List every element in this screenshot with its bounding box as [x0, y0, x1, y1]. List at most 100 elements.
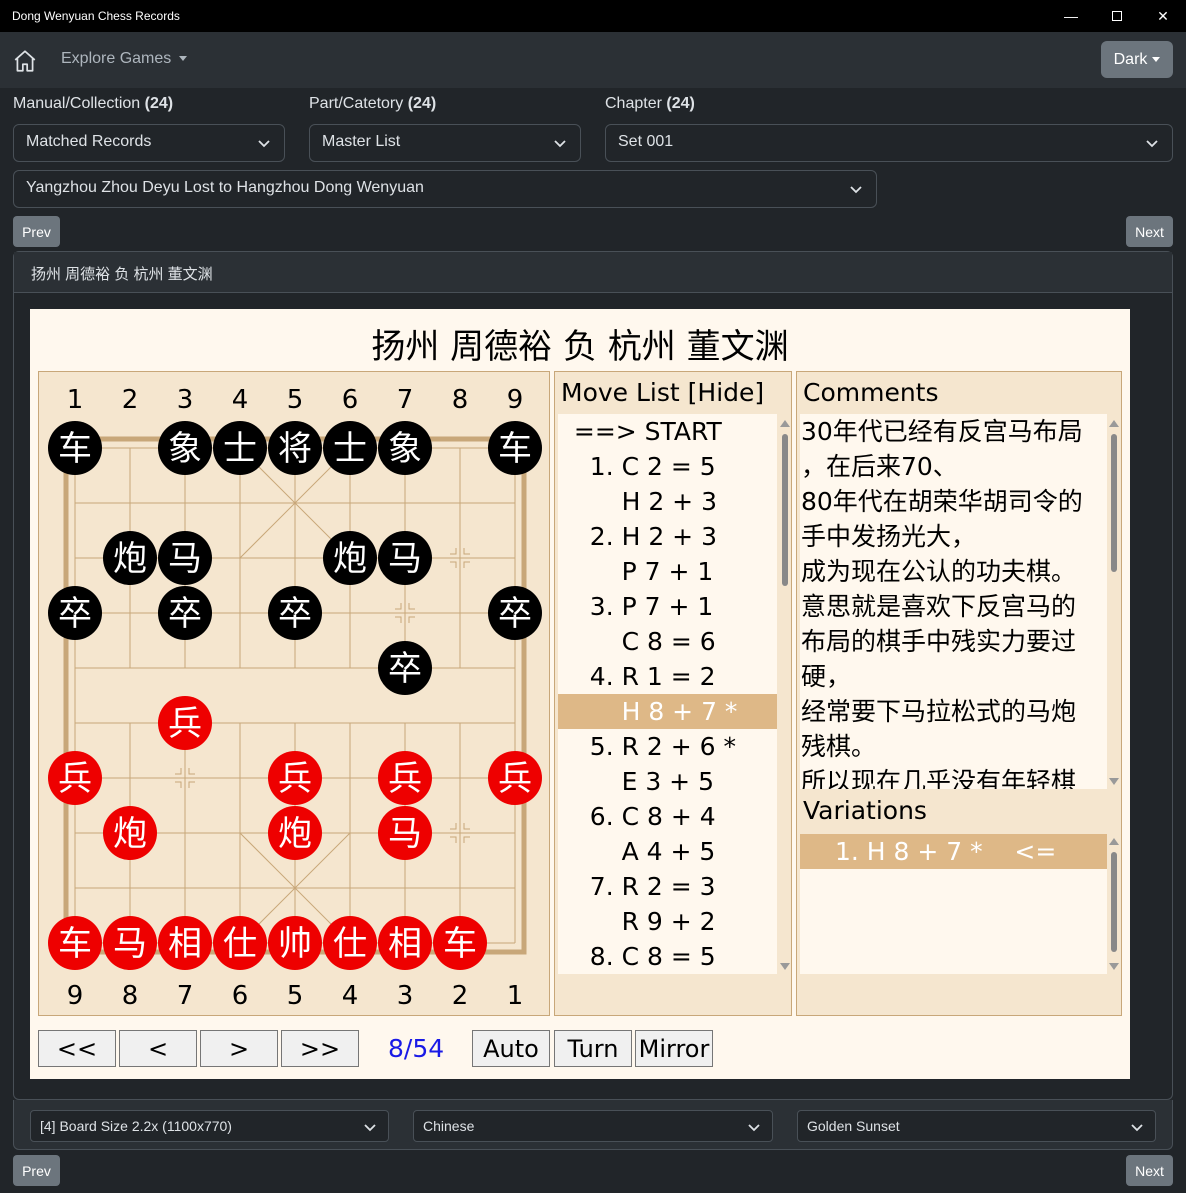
svg-text:仕: 仕: [333, 924, 367, 964]
move-item[interactable]: 1. C 2 = 5: [558, 449, 777, 484]
collection-select[interactable]: Matched Records: [13, 124, 285, 162]
red-piece[interactable]: 相: [378, 916, 432, 970]
red-piece[interactable]: 炮: [103, 806, 157, 860]
black-piece[interactable]: 士: [213, 421, 267, 475]
black-piece[interactable]: 卒: [268, 586, 322, 640]
svg-text:马: 马: [388, 539, 422, 579]
move-item[interactable]: P 7 + 1: [558, 554, 777, 589]
comments-scrollbar[interactable]: [1108, 416, 1120, 789]
file-number-top: 9: [507, 385, 524, 415]
move-item[interactable]: H 8 + 7 *: [558, 694, 777, 729]
red-piece[interactable]: 兵: [48, 751, 102, 805]
red-piece[interactable]: 兵: [158, 696, 212, 750]
black-piece[interactable]: 车: [48, 421, 102, 475]
next-move-button[interactable]: >: [200, 1030, 278, 1067]
part-select[interactable]: Master List: [309, 124, 581, 162]
red-piece[interactable]: 兵: [488, 751, 542, 805]
black-piece[interactable]: 象: [378, 421, 432, 475]
comment-line: 硬，: [801, 662, 852, 691]
black-piece[interactable]: 马: [378, 531, 432, 585]
move-list-header[interactable]: Move List [Hide]: [561, 378, 764, 407]
position-marker: [450, 561, 457, 568]
variation-item[interactable]: 1. H 8 + 7 * <=: [800, 834, 1107, 869]
black-piece[interactable]: 卒: [158, 586, 212, 640]
auto-button[interactable]: Auto: [472, 1030, 550, 1067]
board-size-select[interactable]: [4] Board Size 2.2x (1100x770): [30, 1110, 389, 1142]
black-piece[interactable]: 卒: [378, 641, 432, 695]
black-piece[interactable]: 炮: [103, 531, 157, 585]
svg-text:兵: 兵: [498, 759, 532, 799]
move-item[interactable]: 2. H 2 + 3: [558, 519, 777, 554]
move-item[interactable]: 8. C 8 = 5: [558, 939, 777, 974]
move-item[interactable]: 7. R 2 = 3: [558, 869, 777, 904]
next-button[interactable]: Next: [1126, 216, 1173, 247]
close-icon[interactable]: ✕: [1140, 0, 1186, 32]
first-move-button[interactable]: <<: [38, 1030, 116, 1067]
svg-text:将: 将: [278, 429, 312, 469]
theme-dropdown-button[interactable]: Dark: [1101, 41, 1173, 78]
black-piece[interactable]: 将: [268, 421, 322, 475]
black-piece[interactable]: 马: [158, 531, 212, 585]
comment-line: 30年代已经有反宫马布局: [801, 417, 1083, 446]
move-item[interactable]: 6. C 8 + 4: [558, 799, 777, 834]
red-piece[interactable]: 兵: [378, 751, 432, 805]
minimize-icon[interactable]: —: [1048, 0, 1094, 32]
move-item[interactable]: A 4 + 5: [558, 834, 777, 869]
red-piece[interactable]: 炮: [268, 806, 322, 860]
red-piece[interactable]: 兵: [268, 751, 322, 805]
svg-text:炮: 炮: [333, 539, 367, 579]
black-piece[interactable]: 士: [323, 421, 377, 475]
move-list-scrollbar[interactable]: [779, 416, 791, 974]
move-item[interactable]: E 3 + 5: [558, 764, 777, 799]
file-number-top: 8: [452, 385, 469, 415]
black-piece[interactable]: 象: [158, 421, 212, 475]
comments-text: 30年代已经有反宫马布局 ，在后来70、 80年代在胡荣华胡司令的 手中发扬光大， 成为…: [800, 414, 1107, 789]
move-item[interactable]: ==> START: [558, 414, 777, 449]
explore-games-menu[interactable]: Explore Games: [61, 50, 188, 68]
black-piece[interactable]: 炮: [323, 531, 377, 585]
prev-button[interactable]: Prev: [13, 216, 60, 247]
file-number-top: 7: [397, 385, 414, 415]
chapter-select[interactable]: Set 001: [605, 124, 1173, 162]
move-item[interactable]: H 2 + 3: [558, 484, 777, 519]
move-item[interactable]: 3. P 7 + 1: [558, 589, 777, 624]
position-marker: [395, 616, 402, 623]
black-piece[interactable]: 车: [488, 421, 542, 475]
svg-text:车: 车: [498, 429, 532, 469]
color-theme-select[interactable]: Golden Sunset: [797, 1110, 1156, 1142]
black-piece[interactable]: 卒: [48, 586, 102, 640]
move-item[interactable]: C 8 = 6: [558, 624, 777, 659]
game-select[interactable]: Yangzhou Zhou Deyu Lost to Hangzhou Dong…: [13, 170, 877, 208]
red-piece[interactable]: 相: [158, 916, 212, 970]
language-select[interactable]: Chinese: [413, 1110, 773, 1142]
svg-text:马: 马: [113, 924, 147, 964]
red-piece[interactable]: 仕: [323, 916, 377, 970]
prev-move-button[interactable]: <: [119, 1030, 197, 1067]
red-piece[interactable]: 马: [378, 806, 432, 860]
maximize-icon[interactable]: [1094, 0, 1140, 32]
red-piece[interactable]: 车: [433, 916, 487, 970]
black-piece[interactable]: 卒: [488, 586, 542, 640]
xiangqi-board[interactable]: 1 2 3 4 5 6 7 8 99 8 7 6 5 4 3 2 1车象士将士象车炮马炮马卒卒卒卒卒兵兵兵兵兵炮…: [39, 372, 551, 1017]
home-icon[interactable]: [12, 48, 38, 74]
position-marker: [463, 823, 470, 830]
red-piece[interactable]: 马: [103, 916, 157, 970]
svg-text:相: 相: [388, 924, 422, 964]
variations-list: 1. H 8 + 7 * <=: [800, 834, 1107, 974]
variations-scrollbar[interactable]: [1108, 834, 1120, 974]
position-marker: [175, 781, 182, 788]
prev-button-bottom[interactable]: Prev: [13, 1155, 60, 1186]
move-item[interactable]: 5. R 2 + 6 *: [558, 729, 777, 764]
turn-button[interactable]: Turn: [554, 1030, 632, 1067]
move-item[interactable]: R 9 + 2: [558, 904, 777, 939]
red-piece[interactable]: 仕: [213, 916, 267, 970]
last-move-button[interactable]: >>: [281, 1030, 359, 1067]
next-button-bottom[interactable]: Next: [1126, 1155, 1173, 1186]
red-piece[interactable]: 帅: [268, 916, 322, 970]
mirror-button[interactable]: Mirror: [635, 1030, 713, 1067]
red-piece[interactable]: 车: [48, 916, 102, 970]
move-counter: 8/54: [388, 1034, 445, 1063]
position-marker: [463, 836, 470, 843]
move-item[interactable]: 4. R 1 = 2: [558, 659, 777, 694]
svg-text:相: 相: [168, 924, 202, 964]
